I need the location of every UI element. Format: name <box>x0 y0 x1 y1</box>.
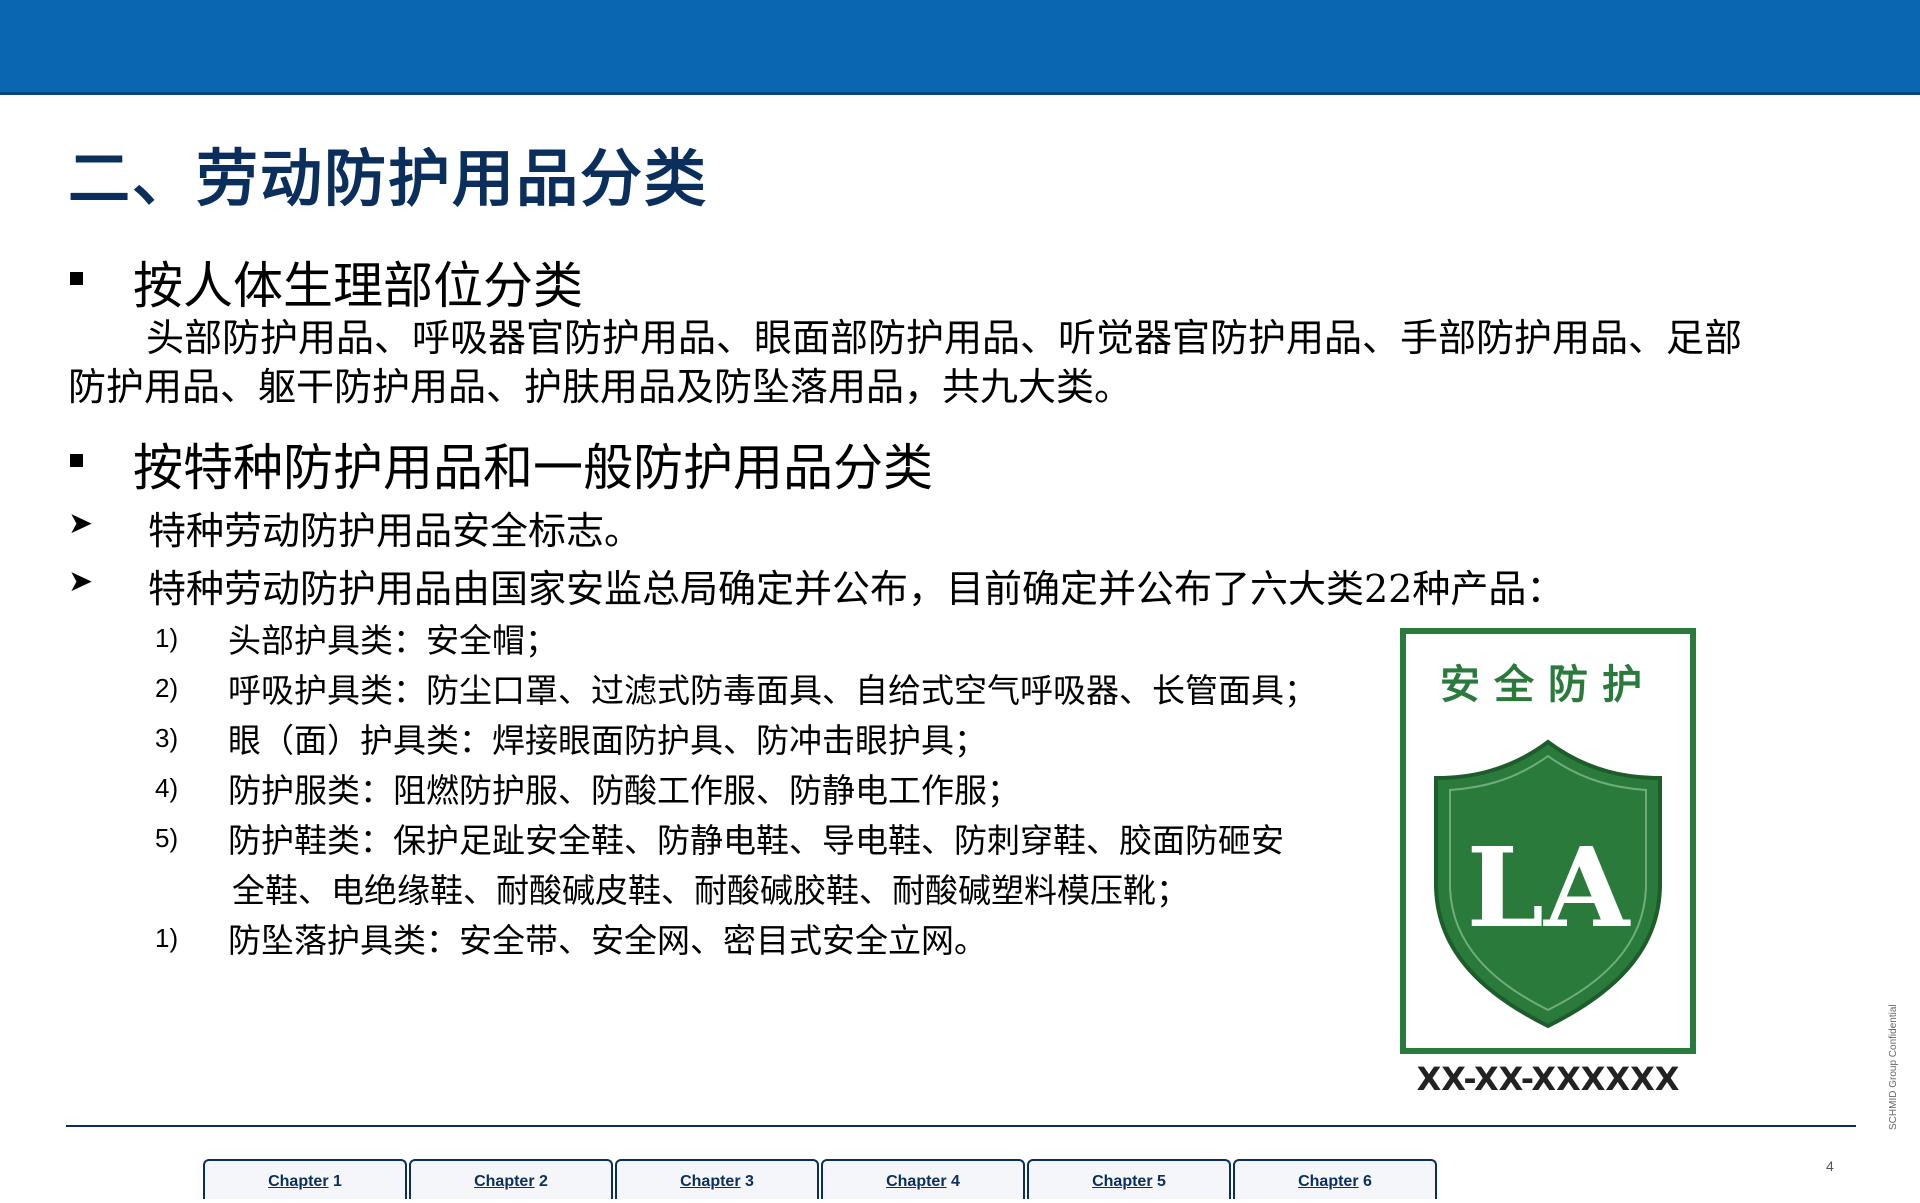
sub-item-2: 特种劳动防护用品由国家安监总局确定并公布，目前确定并公布了六大类22种产品： <box>148 567 1565 611</box>
la-safety-mark: 安全防护 LA <box>1400 628 1696 1054</box>
item-number: 1) <box>155 623 179 653</box>
arrow-bullet-icon: ➤ <box>68 564 94 599</box>
tab-number: 5 <box>1157 1173 1166 1190</box>
shield-icon: LA <box>1434 739 1662 1029</box>
list-item-continuation: 全鞋、电绝缘鞋、耐酸碱皮鞋、耐酸碱胶鞋、耐酸碱塑料模压靴； <box>232 871 1189 910</box>
tab-number: 1 <box>333 1173 342 1190</box>
chapter-tabs: Chapter 1 Chapter 2 Chapter 3 Chapter 4 … <box>203 1159 1439 1199</box>
item-number: 5) <box>155 823 179 853</box>
list-item: 防护服类：阻燃防护服、防酸工作服、防静电工作服； <box>228 771 1020 810</box>
section1-para-line1: 头部防护用品、呼吸器官防护用品、眼面部防护用品、听觉器官防护用品、手部防护用品、… <box>146 316 1743 360</box>
logo-code: XX-XX-XXXXXX <box>1416 1060 1680 1098</box>
shield-text: LA <box>1467 823 1631 952</box>
sub-item-1: 特种劳动防护用品安全标志。 <box>148 509 643 553</box>
tab-chapter-3[interactable]: Chapter 3 <box>615 1159 819 1199</box>
item-number: 2) <box>155 673 179 703</box>
tab-chapter-2[interactable]: Chapter 2 <box>409 1159 613 1199</box>
tab-number: 4 <box>951 1173 960 1190</box>
tab-label: Chapter <box>1298 1173 1359 1190</box>
section1-heading: 按人体生理部位分类 <box>133 257 583 315</box>
header-bar <box>0 0 1920 95</box>
square-bullet-icon <box>70 272 83 285</box>
section2-heading: 按特种防护用品和一般防护用品分类 <box>133 439 933 497</box>
square-bullet-icon <box>70 454 83 467</box>
page-title: 二、劳动防护用品分类 <box>68 142 709 215</box>
tab-label: Chapter <box>474 1173 535 1190</box>
list-item: 呼吸护具类：防尘口罩、过滤式防毒面具、自给式空气呼吸器、长管面具； <box>228 671 1317 710</box>
list-item: 眼（面）护具类：焊接眼面防护具、防冲击眼护具； <box>228 721 987 760</box>
logo-top-text: 安全防护 <box>1440 662 1656 708</box>
tab-label: Chapter <box>1092 1173 1153 1190</box>
list-item: 头部护具类：安全帽； <box>228 621 558 660</box>
arrow-bullet-icon: ➤ <box>68 506 94 541</box>
item-number: 1) <box>155 923 179 953</box>
tab-chapter-6[interactable]: Chapter 6 <box>1233 1159 1437 1199</box>
list-item: 防坠落护具类：安全带、安全网、密目式安全立网。 <box>228 921 987 960</box>
tab-chapter-4[interactable]: Chapter 4 <box>821 1159 1025 1199</box>
tab-chapter-1[interactable]: Chapter 1 <box>203 1159 407 1199</box>
tab-number: 6 <box>1363 1173 1372 1190</box>
tab-chapter-5[interactable]: Chapter 5 <box>1027 1159 1231 1199</box>
section1-para-line2: 防护用品、躯干防护用品、护肤用品及防坠落用品，共九大类。 <box>68 365 1133 409</box>
tab-label: Chapter <box>680 1173 741 1190</box>
tab-number: 2 <box>539 1173 548 1190</box>
tab-label: Chapter <box>268 1173 329 1190</box>
footer-divider <box>66 1125 1856 1127</box>
confidential-label: SCHMID Group Confidential <box>1888 1004 1899 1130</box>
page-number: 4 <box>1826 1158 1834 1174</box>
tab-label: Chapter <box>886 1173 947 1190</box>
item-number: 3) <box>155 723 179 753</box>
item-number: 4) <box>155 773 179 803</box>
list-item: 防护鞋类：保护足趾安全鞋、防静电鞋、导电鞋、防刺穿鞋、胶面防砸安 <box>228 821 1284 860</box>
tab-number: 3 <box>745 1173 754 1190</box>
